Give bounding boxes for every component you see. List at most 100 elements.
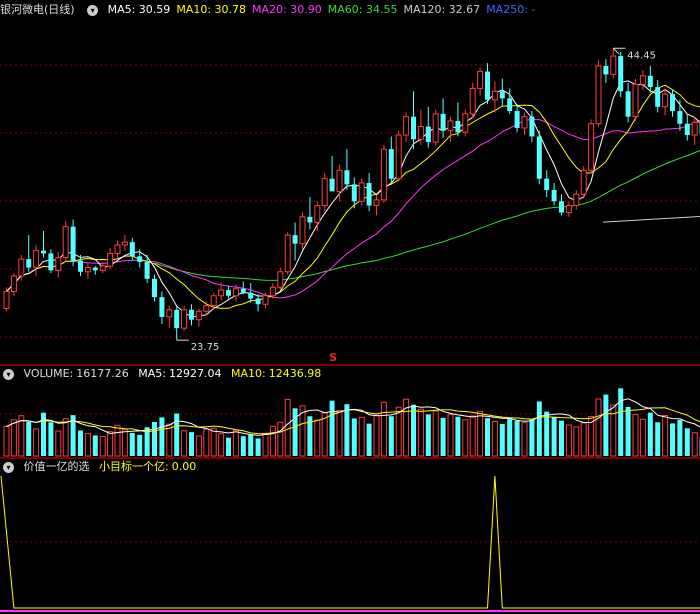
volume-bar-up	[3, 425, 10, 457]
volume-bar-down	[514, 420, 520, 456]
candle-body-up	[269, 286, 276, 297]
chevron-down-icon[interactable]: ▾	[3, 368, 14, 380]
candle-body-up	[107, 252, 114, 267]
candle	[121, 235, 128, 251]
candle-body-down	[189, 309, 194, 320]
candle-body-up	[691, 121, 698, 136]
volume-bar-down	[625, 406, 631, 456]
volume-bar-up	[210, 427, 217, 457]
ma-legend-ma120: MA120: 32.67	[403, 3, 481, 16]
volume-bar-up	[18, 415, 25, 457]
candle-body-down	[507, 98, 513, 112]
volume-bar-up	[336, 410, 343, 457]
volume-bar-up	[10, 419, 17, 457]
candle	[33, 244, 40, 276]
candle	[403, 112, 410, 143]
candle	[573, 190, 580, 210]
ma-legend-ma10: MA10: 30.78	[176, 3, 247, 16]
candle	[559, 194, 564, 216]
candle-body-up	[99, 265, 106, 271]
candle-body-up	[84, 267, 91, 273]
candle	[262, 292, 269, 309]
ma-legend: MA5: 30.59 MA10: 30.78 MA20: 30.90 MA60: 34…	[108, 3, 542, 16]
candle-body-down	[455, 120, 461, 133]
volume-bar-down	[189, 432, 194, 456]
volume-bar-down	[618, 388, 624, 456]
candle	[469, 82, 476, 119]
candle	[307, 197, 313, 230]
volume-bar-down	[152, 422, 157, 456]
candle	[639, 70, 646, 90]
candle	[565, 201, 572, 217]
volume-bar-down	[48, 422, 54, 456]
candle	[210, 292, 217, 309]
candle	[632, 78, 639, 121]
volume-bar-up	[33, 428, 40, 457]
candle	[417, 109, 424, 145]
volume-bar-up	[195, 435, 202, 457]
volume-bar-up	[380, 401, 387, 457]
candle-body-down	[411, 116, 416, 140]
candle-body-up	[380, 148, 387, 201]
volume-bar-down	[507, 417, 513, 456]
ma120-line	[602, 216, 700, 223]
candle	[366, 173, 372, 212]
candle-body-down	[514, 111, 520, 128]
period-label: (日线)	[44, 3, 75, 16]
candle-body-up	[55, 257, 62, 271]
candle-body-down	[329, 178, 335, 192]
candle-body-down	[499, 91, 505, 99]
volume-bar-up	[107, 431, 114, 457]
candle-body-down	[240, 288, 246, 293]
candle	[41, 230, 46, 258]
volume-bar-up	[218, 433, 225, 457]
volume-bar-up	[121, 429, 128, 457]
volume-bar-down	[388, 416, 394, 456]
candle	[299, 212, 306, 250]
volume-value: 16177.26	[76, 367, 129, 380]
candle-body-down	[41, 250, 46, 254]
volume-bars	[3, 388, 700, 457]
volume-bar-down	[551, 416, 557, 456]
candle-body-up	[336, 169, 343, 192]
candle-body-down	[647, 75, 653, 88]
chevron-down-icon[interactable]: ▾	[87, 4, 99, 16]
candle-body-down	[440, 113, 446, 131]
candle	[174, 307, 180, 341]
volume-bar-up	[277, 421, 284, 457]
candle-body-up	[632, 83, 639, 118]
candle	[684, 113, 690, 141]
candle	[536, 130, 542, 185]
candle	[462, 109, 469, 137]
candle	[3, 287, 10, 312]
candle	[226, 285, 231, 299]
volume-bar-down	[248, 434, 254, 456]
candle-body-down	[78, 260, 83, 272]
volume-bar-up	[55, 430, 62, 457]
candle	[603, 58, 609, 83]
candle-body-up	[639, 75, 646, 85]
volume-bar-up	[284, 399, 291, 457]
volume-bar-up	[491, 420, 498, 457]
volume-bar-down	[137, 434, 143, 456]
candle-body-up	[321, 178, 328, 207]
indicator-panel-header: ▾ 价值一亿的选 小目标一个亿: 0.00	[0, 459, 202, 475]
candle-body-up	[114, 244, 121, 254]
ma20-line	[6, 119, 700, 299]
candle	[321, 173, 328, 212]
candle	[588, 119, 595, 174]
candle-body-up	[573, 193, 580, 207]
candle	[92, 266, 98, 275]
candle	[277, 267, 284, 291]
volume-bar-up	[662, 414, 669, 457]
candle-body-down	[70, 226, 76, 261]
volume-bar-up	[462, 419, 469, 457]
volume-bar-up	[84, 433, 91, 457]
candle-body-up	[358, 182, 365, 202]
volume-bar-down	[559, 420, 564, 456]
volume-bar-down	[536, 401, 542, 456]
volume-bar-up	[447, 414, 454, 457]
candle-body-down	[544, 178, 550, 190]
chevron-down-icon[interactable]: ▾	[3, 461, 14, 473]
candle-body-up	[403, 116, 410, 136]
